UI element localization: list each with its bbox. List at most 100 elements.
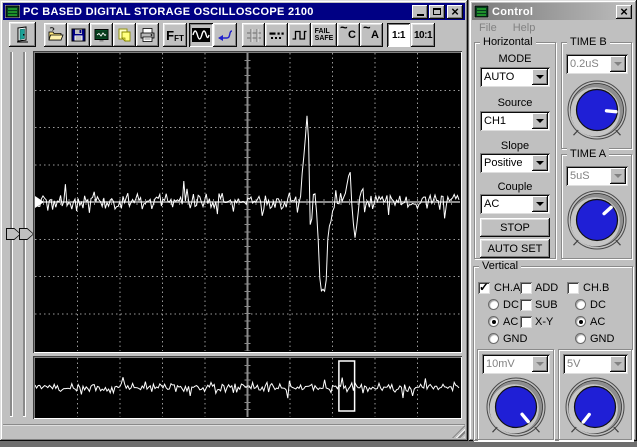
xy-checkbox[interactable] [520,316,532,328]
grid-toggle-button [242,23,265,47]
cha-label: CH.A [494,282,521,294]
waveform-display-button[interactable] [189,23,213,47]
sub-checkbox[interactable] [520,299,532,311]
dropdown-arrow-icon[interactable] [532,113,548,129]
ch-a-position-slider[interactable] [6,50,21,419]
grid-icon [246,28,261,42]
dropdown-arrow-icon[interactable] [532,69,548,85]
add-checkbox[interactable] [520,282,532,294]
exit-button[interactable] [9,22,36,47]
cha-checkbox[interactable] [478,280,490,294]
couple-a-button[interactable]: ~ A [360,20,383,47]
time-a-value: 5uS [570,170,590,182]
cha-volts-value: 10mV [486,358,515,370]
couple-c-button[interactable]: ~ C [337,20,360,47]
overview-waveform[interactable] [34,358,460,417]
couple-value: AC [484,198,500,210]
time-b-value: 0.2uS [570,58,599,70]
time-b-select: 0.2uS [566,54,628,74]
menu-file[interactable]: File [476,21,500,37]
open-folder-icon [48,27,64,41]
menu-help[interactable]: Help [510,21,539,37]
maximize-button[interactable] [429,4,445,19]
control-close-button[interactable]: × [616,4,632,19]
time-a-knob[interactable] [565,189,629,257]
control-titlebar[interactable]: Control × [472,3,634,20]
capture-display-button[interactable] [90,23,113,47]
cha-gnd-label: GND [503,333,528,345]
dropdown-arrow-icon[interactable] [532,196,548,212]
toolbar: F FT FAIL SAFE ~ C ~ A 1:1 10:1 [3,20,465,49]
chb-volts-box: 5V [558,349,632,440]
control-panel-window: Control × File Help Horizontal MODE AUTO… [469,0,637,441]
save-button[interactable] [67,23,90,47]
slider-thumb-icon[interactable] [19,228,34,240]
main-waveform [34,53,460,352]
dropdown-arrow-icon [610,168,626,184]
stop-button[interactable]: STOP [480,218,550,237]
mode-select[interactable]: AUTO [480,67,550,87]
cha-volts-box: 10mV [477,349,554,440]
chb-checkbox[interactable] [567,282,579,294]
dropdown-arrow-icon[interactable] [532,155,548,171]
xy-label: X-Y [535,316,554,328]
ac-a-icon: ~ A [363,20,379,41]
status-bar [3,424,465,438]
time-b-label: TIME B [567,36,610,48]
horizontal-group: Horizontal MODE AUTO Source CH1 Slope Po… [474,36,556,259]
chb-dc-radio[interactable] [575,299,586,310]
chb-gnd-radio[interactable] [575,333,586,344]
resize-grip-icon[interactable] [452,425,465,438]
time-b-group: TIME B 0.2uS [561,36,632,149]
printer-icon [140,28,155,42]
mode-value: AUTO [484,71,515,83]
ch-b-position-slider[interactable] [19,50,34,419]
square-wave-button[interactable] [288,23,311,47]
fail-safe-button[interactable]: FAIL SAFE [311,23,337,47]
copy-notes-button[interactable] [113,23,136,47]
probe-1to1-button[interactable]: 1:1 [387,23,410,47]
chb-volts-knob[interactable] [563,376,627,440]
overview-strip-display[interactable] [33,356,462,419]
source-select[interactable]: CH1 [480,111,550,131]
main-titlebar[interactable]: PC BASED DIGITAL STORAGE OSCILLOSCOPE 21… [3,3,465,20]
minimize-icon [416,14,424,16]
dropdown-arrow-icon [610,356,626,372]
chb-volts-select: 5V [563,354,628,374]
auto-set-button[interactable]: AUTO SET [480,239,550,258]
fft-button[interactable]: F FT [163,23,187,47]
fft-label: F [166,27,175,43]
cha-volts-knob[interactable] [484,376,548,440]
time-b-knob[interactable] [565,79,629,147]
notes-icon [118,28,131,42]
sub-label: SUB [535,299,558,311]
menu-bar: File Help [473,21,538,37]
scope-screen-icon [94,29,109,42]
dotted-line-button[interactable] [265,23,288,47]
close-button[interactable]: × [447,4,463,19]
print-button[interactable] [136,23,159,47]
chb-dc-label: DC [590,299,606,311]
chb-ac-radio[interactable] [575,316,586,327]
recall-wave-button[interactable] [213,23,237,47]
ac-c-icon: ~ C [340,20,356,41]
probe-10to1-button[interactable]: 10:1 [411,23,435,47]
dropdown-arrow-icon [532,356,548,372]
dashed-dots-icon [269,32,284,39]
window-title: PC BASED DIGITAL STORAGE OSCILLOSCOPE 21… [23,5,314,18]
maximize-icon [433,8,441,15]
control-icon [474,5,489,18]
minimize-button[interactable] [412,4,428,19]
slope-select[interactable]: Positive [480,153,550,173]
time-a-group: TIME A 5uS [561,148,632,259]
open-button[interactable] [44,23,67,47]
cha-gnd-radio[interactable] [488,333,499,344]
cha-ac-radio[interactable] [488,316,499,327]
control-title: Control [492,5,534,18]
chb-ac-label: AC [590,316,606,328]
source-label: Source [497,97,533,109]
cha-dc-radio[interactable] [488,299,499,310]
couple-label: Couple [497,181,533,193]
vertical-group-label: Vertical [479,260,522,272]
couple-select[interactable]: AC [480,194,550,214]
